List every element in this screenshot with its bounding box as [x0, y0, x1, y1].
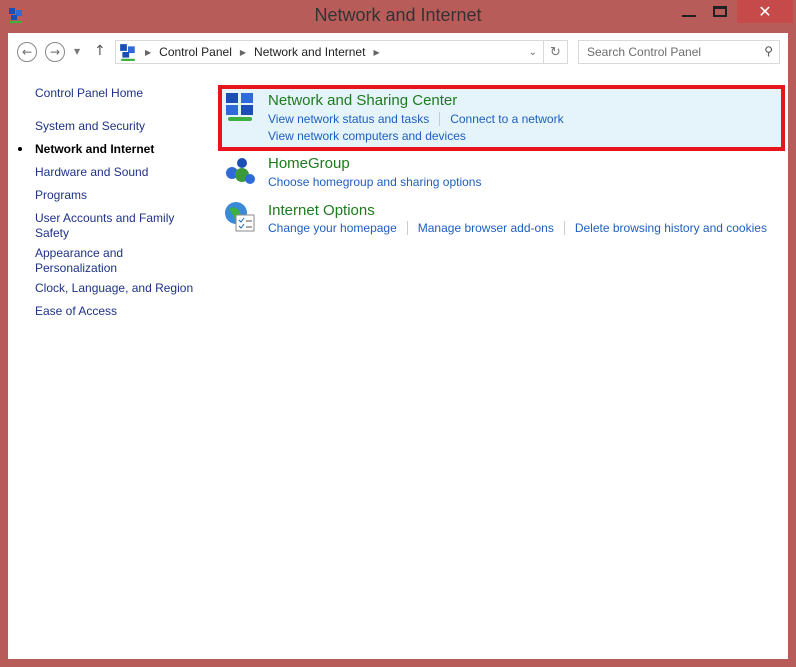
sidebar-item-ease-of-access[interactable]: Ease of Access — [35, 304, 205, 319]
link-connect-to-network[interactable]: Connect to a network — [450, 112, 573, 126]
breadcrumb-network-and-internet[interactable]: Network and Internet — [254, 45, 365, 59]
category-title[interactable]: Network and Sharing Center — [268, 92, 457, 109]
recent-pages-chevron-icon[interactable]: ▼ — [74, 47, 80, 56]
category-title[interactable]: Internet Options — [268, 202, 375, 219]
current-item-bullet — [18, 147, 22, 151]
back-button[interactable]: ← — [17, 42, 37, 62]
category-title[interactable]: HomeGroup — [268, 155, 350, 172]
link-view-network-status[interactable]: View network status and tasks — [268, 112, 441, 126]
minimize-button[interactable] — [672, 0, 706, 23]
breadcrumb-separator-icon[interactable]: ▶ — [145, 48, 151, 57]
sidebar-item-network-and-internet: Network and Internet — [35, 142, 155, 156]
search-icon[interactable]: ⚲ — [764, 44, 773, 58]
breadcrumb-separator-icon[interactable]: ▶ — [240, 48, 246, 57]
network-icon — [120, 44, 135, 61]
sidebar-item-appearance[interactable]: Appearance and Personalization — [35, 246, 145, 276]
breadcrumb-separator-icon[interactable]: ▶ — [373, 48, 379, 57]
sidebar-item-control-panel-home[interactable]: Control Panel Home — [35, 86, 205, 101]
address-bar[interactable]: ▶ Control Panel ▶ Network and Internet ▶… — [115, 40, 544, 64]
sidebar-item-system-and-security[interactable]: System and Security — [35, 119, 205, 134]
close-button[interactable]: ✕ — [737, 0, 793, 23]
title-bar: Network and Internet ✕ — [0, 0, 796, 33]
link-homegroup-options[interactable]: Choose homegroup and sharing options — [268, 175, 481, 189]
internet-options-icon — [225, 202, 255, 232]
search-placeholder: Search Control Panel — [587, 45, 702, 59]
homegroup-icon — [226, 158, 255, 184]
sidebar-item-programs[interactable]: Programs — [35, 188, 205, 203]
search-input[interactable]: Search Control Panel ⚲ — [578, 40, 780, 64]
forward-button[interactable]: → — [45, 42, 65, 62]
refresh-button[interactable]: ↻ — [544, 40, 568, 64]
link-change-homepage[interactable]: Change your homepage — [268, 221, 408, 235]
up-arrow-icon[interactable]: ↑ — [94, 43, 106, 59]
maximize-button[interactable] — [706, 0, 734, 23]
window-client: ← → ▼ ↑ ▶ Control Panel ▶ Network and In… — [8, 33, 788, 659]
address-dropdown-icon[interactable]: ⌄ — [529, 47, 537, 58]
link-manage-addons[interactable]: Manage browser add-ons — [418, 221, 565, 235]
sidebar-item-hardware-and-sound[interactable]: Hardware and Sound — [35, 165, 205, 180]
sidebar-item-clock-language-region[interactable]: Clock, Language, and Region — [35, 281, 205, 296]
network-sharing-icon — [226, 93, 253, 121]
sidebar-item-user-accounts[interactable]: User Accounts and Family Safety — [35, 211, 185, 241]
link-delete-history[interactable]: Delete browsing history and cookies — [575, 221, 777, 235]
link-view-network-computers[interactable]: View network computers and devices — [268, 129, 466, 143]
breadcrumb-control-panel[interactable]: Control Panel — [159, 45, 232, 59]
